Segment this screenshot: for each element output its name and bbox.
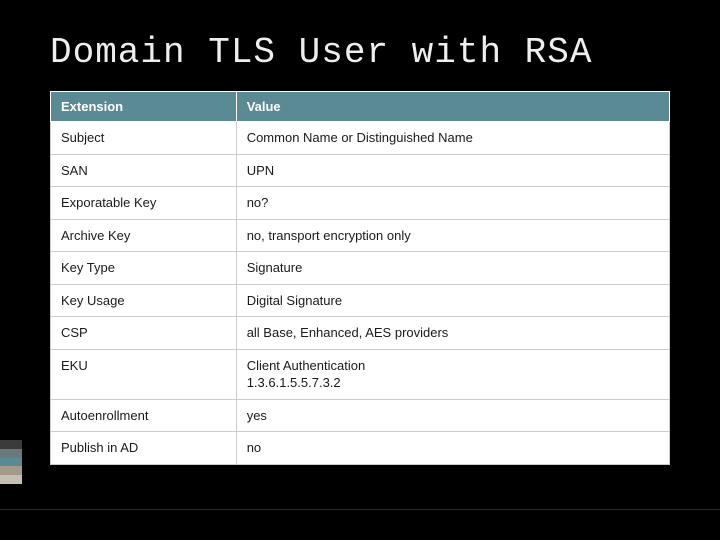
cell-extension: Key Usage — [51, 284, 237, 317]
table-row: Archive Key no, transport encryption onl… — [51, 219, 670, 252]
header-extension: Extension — [51, 92, 237, 122]
cell-value: no? — [236, 187, 669, 220]
table-row: CSP all Base, Enhanced, AES providers — [51, 317, 670, 350]
cell-value: Digital Signature — [236, 284, 669, 317]
cell-extension: Archive Key — [51, 219, 237, 252]
cell-extension: Subject — [51, 122, 237, 155]
cell-extension: EKU — [51, 349, 237, 399]
table-row: Key Usage Digital Signature — [51, 284, 670, 317]
table-row: Subject Common Name or Distinguished Nam… — [51, 122, 670, 155]
slide: Domain TLS User with RSA Extension Value… — [0, 0, 720, 540]
cell-extension: CSP — [51, 317, 237, 350]
table-row: Publish in AD no — [51, 432, 670, 465]
accent-stripes-icon — [0, 440, 22, 484]
table-row: Autoenrollment yes — [51, 399, 670, 432]
cert-template-table: Extension Value Subject Common Name or D… — [50, 91, 670, 465]
table-row: SAN UPN — [51, 154, 670, 187]
cell-extension: Exporatable Key — [51, 187, 237, 220]
cell-value: all Base, Enhanced, AES providers — [236, 317, 669, 350]
cell-value: yes — [236, 399, 669, 432]
header-value: Value — [236, 92, 669, 122]
page-title: Domain TLS User with RSA — [50, 32, 670, 73]
cell-extension: Key Type — [51, 252, 237, 285]
table-row: Exporatable Key no? — [51, 187, 670, 220]
cell-value: Common Name or Distinguished Name — [236, 122, 669, 155]
cell-value: Signature — [236, 252, 669, 285]
cell-extension: Publish in AD — [51, 432, 237, 465]
cell-value: no — [236, 432, 669, 465]
table-row: EKU Client Authentication1.3.6.1.5.5.7.3… — [51, 349, 670, 399]
table-row: Key Type Signature — [51, 252, 670, 285]
cell-value: UPN — [236, 154, 669, 187]
cell-value: Client Authentication1.3.6.1.5.5.7.3.2 — [236, 349, 669, 399]
divider — [0, 509, 720, 510]
cell-value: no, transport encryption only — [236, 219, 669, 252]
cell-extension: SAN — [51, 154, 237, 187]
cell-extension: Autoenrollment — [51, 399, 237, 432]
table-header-row: Extension Value — [51, 92, 670, 122]
